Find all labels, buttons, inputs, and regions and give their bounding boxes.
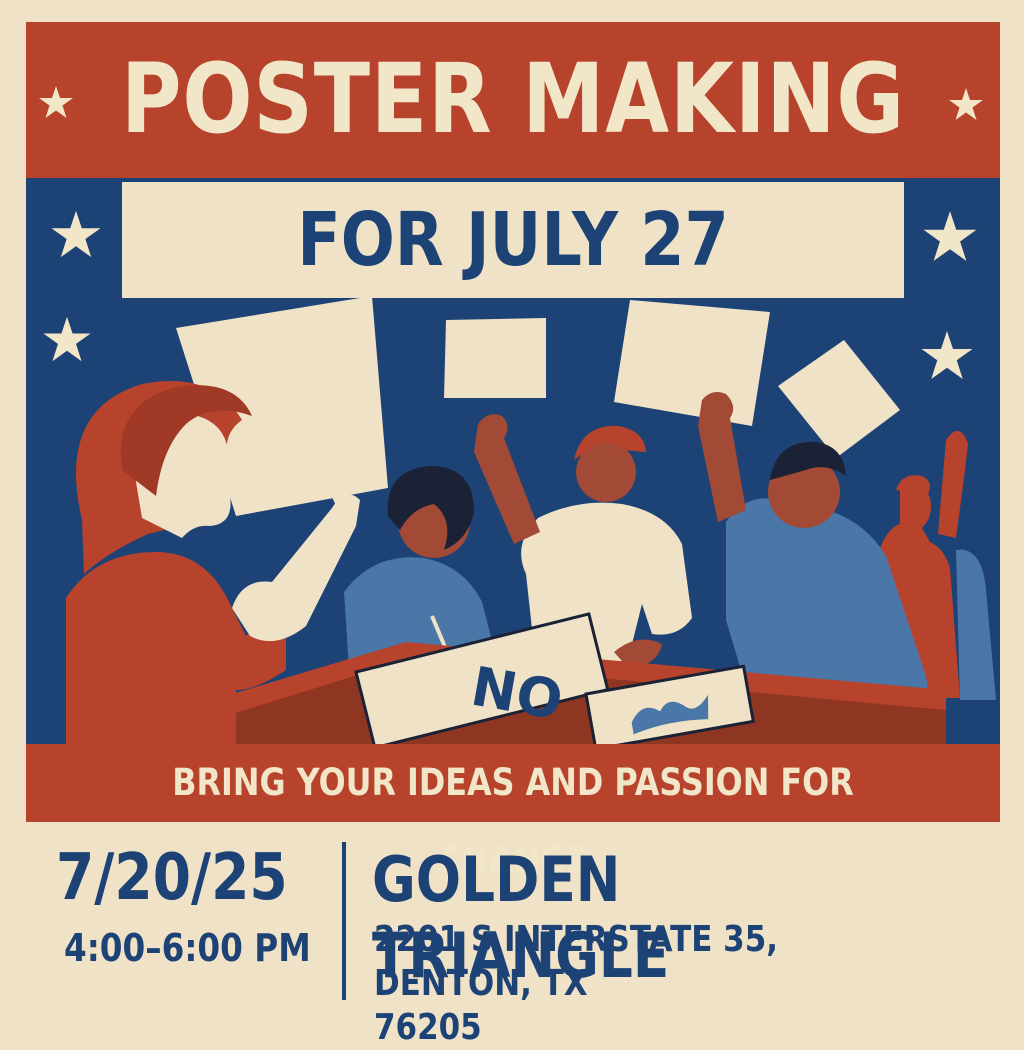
- event-date: 7/20/25: [56, 841, 288, 915]
- blank-sign: [778, 340, 900, 458]
- address-line1: 2201 S INTERSTATE 35, DENTON, TX: [374, 919, 779, 1004]
- poster-title: POSTER MAKING: [121, 43, 905, 155]
- people-making-posters-illustration: NO: [66, 296, 996, 750]
- star-icon: [949, 88, 983, 120]
- event-address: 2201 S INTERSTATE 35, DENTON, TX 76205: [374, 918, 907, 1050]
- blank-sign: [444, 318, 546, 398]
- address-line2: 76205: [374, 1007, 482, 1048]
- star-icon: [923, 211, 977, 261]
- event-time: 4:00–6:00 PM: [64, 926, 311, 970]
- star-icon: [51, 210, 101, 258]
- star-icon: [39, 86, 73, 118]
- info-divider: [342, 842, 346, 1000]
- poster-tagline: BRING YOUR IDEAS AND PASSION FOR CHANGE: [172, 761, 854, 882]
- blank-sign: [614, 300, 770, 426]
- poster-subtitle: FOR JULY 27 EVENT: [297, 197, 729, 399]
